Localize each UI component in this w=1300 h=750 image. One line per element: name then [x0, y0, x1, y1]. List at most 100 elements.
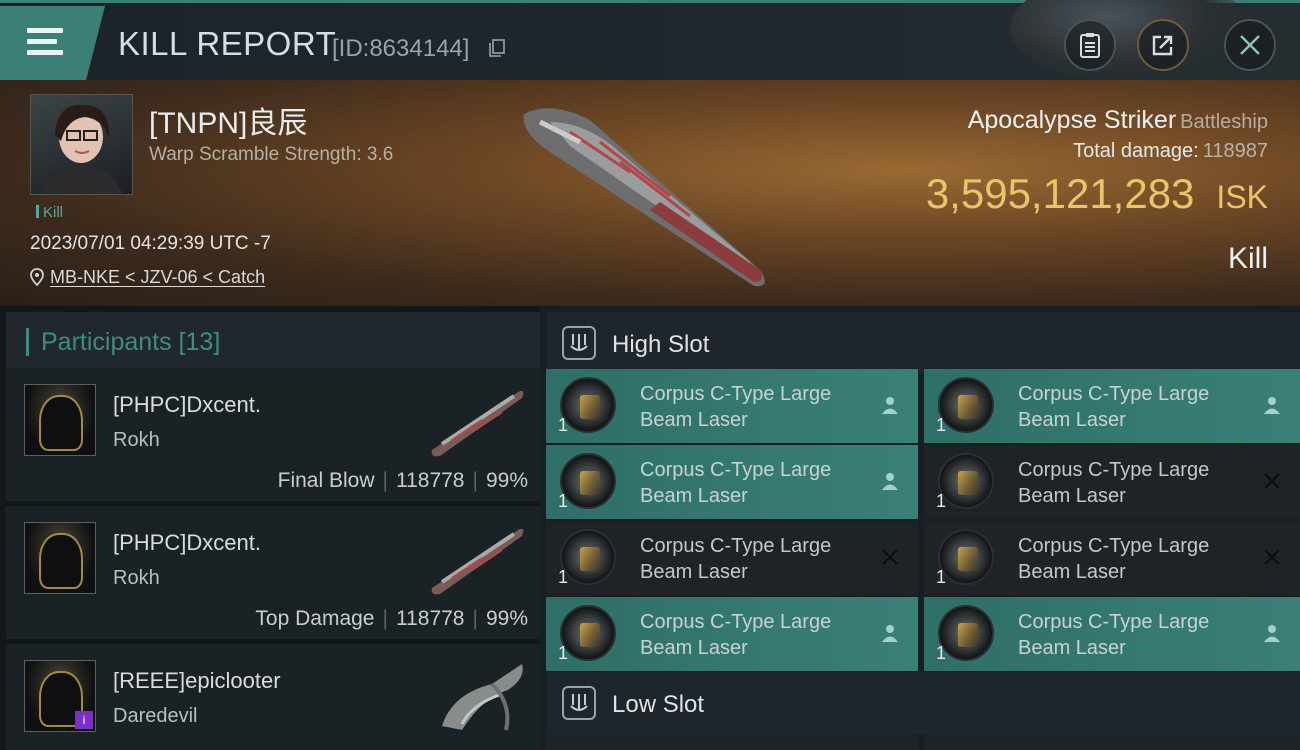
module-name: Corpus C-Type Large Beam Laser: [640, 381, 870, 433]
module-slot[interactable]: 1 Corpus C-Type Large Beam Laser: [546, 369, 918, 443]
participant-ship: Rokh: [113, 567, 160, 589]
module-name-line1: Corpus C-Type Large: [640, 459, 832, 481]
participant-ship-image: [442, 664, 523, 731]
module-slot-partial[interactable]: [924, 734, 1300, 750]
ship-name-text: Apocalypse Striker: [967, 106, 1177, 134]
lens-glyph: [958, 623, 978, 647]
participant-avatar[interactable]: [24, 384, 96, 456]
module-quantity: 1: [936, 415, 947, 435]
dropped-person-icon: [1264, 397, 1280, 414]
module-name: Corpus C-Type Large Beam Laser: [640, 533, 870, 585]
beam-laser-icon: [938, 605, 994, 661]
participant-avatar[interactable]: [24, 522, 96, 594]
participant-row[interactable]: [PHPC]Dxcent. Rokh Final Blow | 118778 | 99%: [6, 368, 540, 501]
location-link[interactable]: MB-NKE < JZV-06 < Catch: [50, 267, 265, 287]
slot-icon-glyph: [570, 334, 588, 351]
module-slot[interactable]: 1 Corpus C-Type Large Beam Laser: [924, 597, 1300, 671]
low-slot-header[interactable]: Low Slot: [546, 672, 1300, 734]
beam-laser-icon: [938, 377, 994, 433]
participant-name: [PHPC]Dxcent.: [113, 392, 261, 417]
isk-unit: ISK: [1216, 179, 1268, 215]
participant-row[interactable]: [PHPC]Dxcent. Rokh Top Damage | 118778 | 99%: [6, 506, 540, 639]
separator: |: [382, 607, 388, 630]
hamburger-icon: [27, 28, 63, 33]
clipboard-icon: [1080, 33, 1100, 58]
slot-icon-glyph: [570, 694, 588, 711]
module-name-line2: Beam Laser: [1018, 561, 1126, 583]
module-name-line1: Corpus C-Type Large: [640, 611, 832, 633]
clipboard-button[interactable]: [1064, 19, 1116, 71]
module-name-line2: Beam Laser: [1018, 637, 1126, 659]
kill-result: Kill: [1227, 242, 1268, 275]
victim-ship-name[interactable]: Apocalypse Striker Battleship: [968, 106, 1268, 135]
module-name-line1: Corpus C-Type Large: [1018, 459, 1210, 481]
participants-title: Participants [13]: [26, 328, 220, 356]
high-slot-header[interactable]: High Slot: [546, 312, 1300, 374]
participant-stats: Final Blow | 118778 | 99%: [278, 469, 528, 493]
total-damage-label: Total damage:: [1073, 140, 1199, 162]
hood-portrait: [39, 533, 83, 589]
participant-avatar[interactable]: i: [24, 660, 96, 732]
ship-class: Battleship: [1180, 111, 1268, 133]
lens-glyph: [580, 547, 600, 571]
beam-laser-icon: [938, 453, 994, 509]
module-slot[interactable]: 1 Corpus C-Type Large Beam Laser: [546, 597, 918, 671]
module-name: Corpus C-Type Large Beam Laser: [1018, 381, 1248, 433]
module-name: Corpus C-Type Large Beam Laser: [1018, 533, 1248, 585]
menu-button[interactable]: [0, 6, 105, 80]
destroyed-x-icon: [1264, 473, 1280, 489]
module-name: Corpus C-Type Large Beam Laser: [640, 457, 870, 509]
module-name-line2: Beam Laser: [640, 485, 748, 507]
hamburger-icon-bar: [27, 39, 57, 44]
info-badge: i: [75, 711, 93, 729]
module-name-line2: Beam Laser: [1018, 485, 1126, 507]
high-slot-icon: [562, 326, 596, 360]
participant-ship: Rokh: [113, 429, 160, 451]
module-slot-partial[interactable]: [546, 734, 918, 750]
location-pin-icon: [30, 268, 44, 287]
lens-glyph: [958, 547, 978, 571]
participant-row[interactable]: i [REEE]epiclooter Daredevil: [6, 644, 540, 750]
participant-stats: Top Damage | 118778 | 99%: [255, 607, 528, 631]
module-slot[interactable]: 1 Corpus C-Type Large Beam Laser: [546, 445, 918, 519]
close-button[interactable]: [1224, 19, 1276, 71]
module-slot[interactable]: 1 Corpus C-Type Large Beam Laser: [546, 521, 918, 595]
module-name-line2: Beam Laser: [640, 409, 748, 431]
dropped-person-icon: [882, 625, 898, 642]
low-slot-icon: [562, 686, 596, 720]
kill-datetime: 2023/07/01 04:29:39 UTC -7: [30, 233, 271, 254]
beam-laser-icon: [560, 529, 616, 585]
portrait-image: [41, 104, 123, 194]
kill-location[interactable]: MB-NKE < JZV-06 < Catch: [30, 267, 265, 288]
participant-role: Top Damage: [255, 607, 375, 630]
isk-value: 3,595,121,283 ISK: [926, 170, 1268, 218]
module-name: Corpus C-Type Large Beam Laser: [640, 609, 870, 661]
module-name: Corpus C-Type Large Beam Laser: [1018, 609, 1248, 661]
victim-name[interactable]: [TNPN]良辰: [149, 98, 307, 142]
dropped-person-icon: [882, 473, 898, 490]
separator: |: [382, 469, 388, 492]
participant-name: [PHPC]Dxcent.: [113, 530, 261, 555]
participant-name: [REEE]epiclooter: [113, 668, 281, 693]
separator: |: [472, 607, 478, 630]
victim-ship-image[interactable]: [510, 92, 780, 292]
share-button[interactable]: [1137, 19, 1189, 71]
lens-glyph: [958, 395, 978, 419]
beam-laser-icon: [560, 377, 616, 433]
copy-icon[interactable]: [489, 39, 505, 57]
module-name-line2: Beam Laser: [640, 561, 748, 583]
module-slot[interactable]: 1 Corpus C-Type Large Beam Laser: [924, 369, 1300, 443]
fitting-panel[interactable]: High Slot 1 Corpus C-Type Large Beam Lase…: [540, 306, 1300, 750]
module-quantity: 1: [558, 643, 569, 663]
victim-portrait[interactable]: [30, 94, 133, 195]
module-slot[interactable]: 1 Corpus C-Type Large Beam Laser: [924, 521, 1300, 595]
total-damage-value: 118987: [1202, 140, 1268, 162]
planet-backdrop: [1010, 0, 1250, 83]
total-damage: Total damage: 118987: [1073, 140, 1268, 163]
module-quantity: 1: [936, 491, 947, 511]
participants-header: Participants [13]: [6, 312, 540, 372]
module-slot[interactable]: 1 Corpus C-Type Large Beam Laser: [924, 445, 1300, 519]
low-slot-title: Low Slot: [612, 691, 705, 718]
warp-scramble-strength: Warp Scramble Strength: 3.6: [149, 144, 394, 165]
participants-panel[interactable]: Participants [13] [PHPC]Dxcent. Rokh Fin…: [0, 306, 540, 750]
